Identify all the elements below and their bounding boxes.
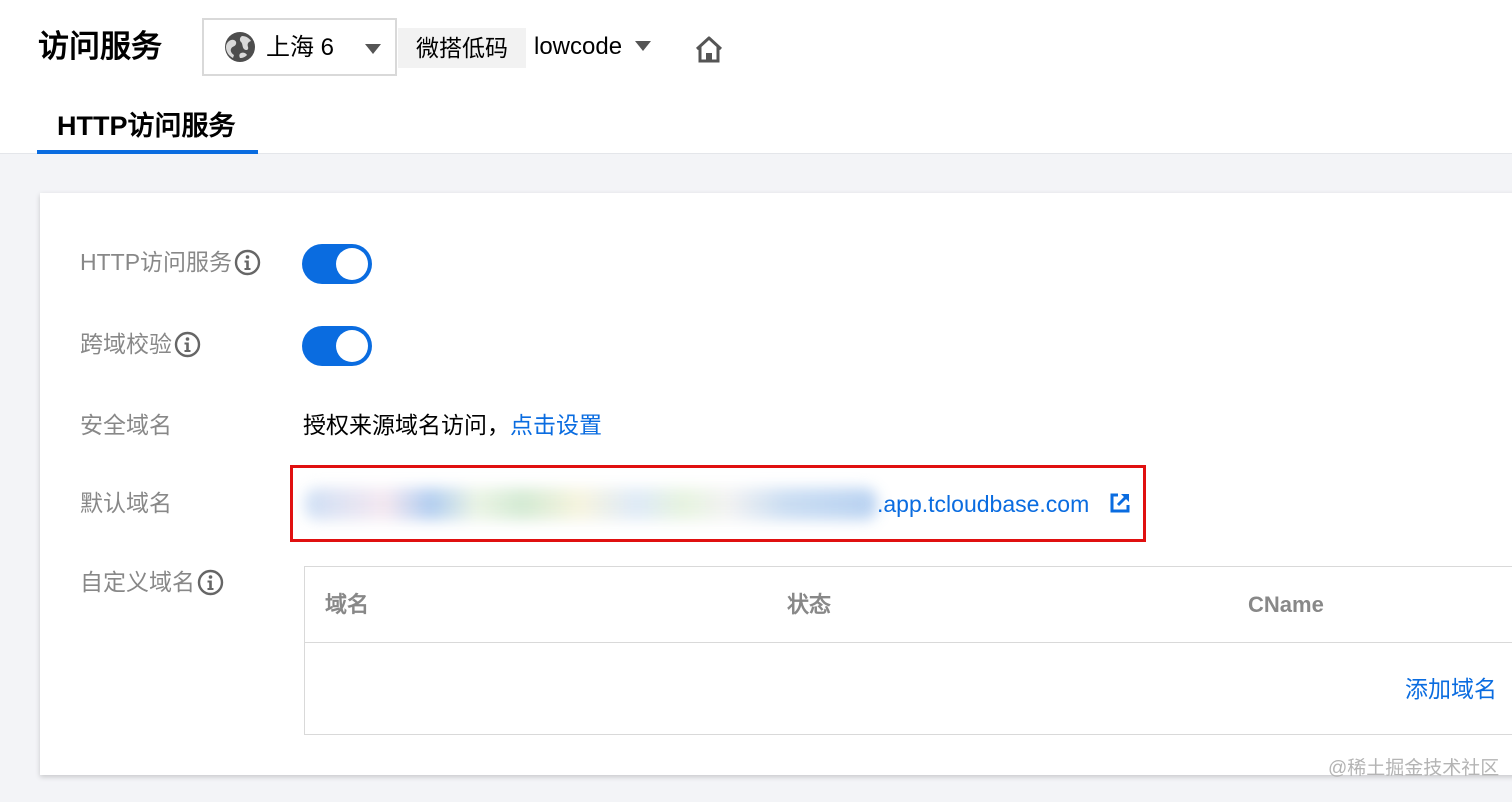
default-domain-label: 默认域名 [80, 490, 172, 516]
custom-domain-table: 域名 状态 CName 添加域名 [304, 566, 1512, 735]
page-title: 访问服务 [38, 29, 162, 64]
tab-active-indicator [37, 150, 258, 154]
default-domain-link[interactable]: .app.tcloudbase.com [877, 488, 1089, 520]
top-bar: 访问服务 上海 6 微搭低码 lowcode HTTP访问服务 [0, 0, 1512, 154]
cors-label: 跨域校验 [80, 331, 172, 357]
http-service-toggle[interactable] [302, 244, 372, 284]
column-header-status: 状态 [787, 592, 832, 617]
tab-http-service[interactable]: HTTP访问服务 [37, 100, 258, 154]
watermark: @稀土掘金技术社区 [1328, 758, 1500, 779]
info-icon[interactable] [197, 569, 224, 596]
safe-domain-settings-link[interactable]: 点击设置 [510, 412, 602, 438]
region-label: 上海 6 [266, 34, 335, 61]
safe-domain-label: 安全域名 [80, 412, 172, 438]
default-domain-highlight: .app.tcloudbase.com [290, 465, 1146, 542]
redacted-subdomain [305, 488, 877, 520]
cors-row-label: 跨域校验 [80, 329, 201, 359]
info-icon[interactable] [234, 249, 261, 276]
custom-domain-label: 自定义域名 [80, 569, 195, 595]
http-service-row-label: HTTP访问服务 [80, 247, 261, 277]
table-header: 域名 状态 CName [305, 567, 1512, 643]
external-link-icon[interactable] [1109, 492, 1131, 514]
env-chevron-down-icon[interactable] [635, 41, 651, 51]
env-select[interactable]: lowcode [534, 32, 622, 62]
toggle-knob [336, 330, 368, 362]
region-select[interactable]: 上海 6 [202, 18, 397, 76]
add-domain-link[interactable]: 添加域名 [1405, 674, 1497, 704]
info-icon[interactable] [174, 331, 201, 358]
globe-icon [225, 32, 255, 62]
column-header-cname: CName [1248, 592, 1324, 617]
home-icon[interactable] [694, 35, 724, 63]
http-service-label: HTTP访问服务 [80, 249, 233, 275]
settings-card: HTTP访问服务 跨域校验 安全域名 授权来源域名访问，点击设置 默认域名 .a… [40, 193, 1512, 775]
safe-domain-value: 授权来源域名访问，点击设置 [303, 410, 602, 440]
chevron-down-icon [365, 44, 381, 54]
column-header-domain: 域名 [325, 592, 370, 617]
cors-toggle[interactable] [302, 326, 372, 366]
custom-domain-row-label: 自定义域名 [80, 567, 224, 597]
safe-domain-text: 授权来源域名访问， [303, 412, 510, 438]
tab-label: HTTP访问服务 [57, 111, 236, 141]
toggle-knob [336, 248, 368, 280]
env-tag: 微搭低码 [398, 28, 526, 68]
